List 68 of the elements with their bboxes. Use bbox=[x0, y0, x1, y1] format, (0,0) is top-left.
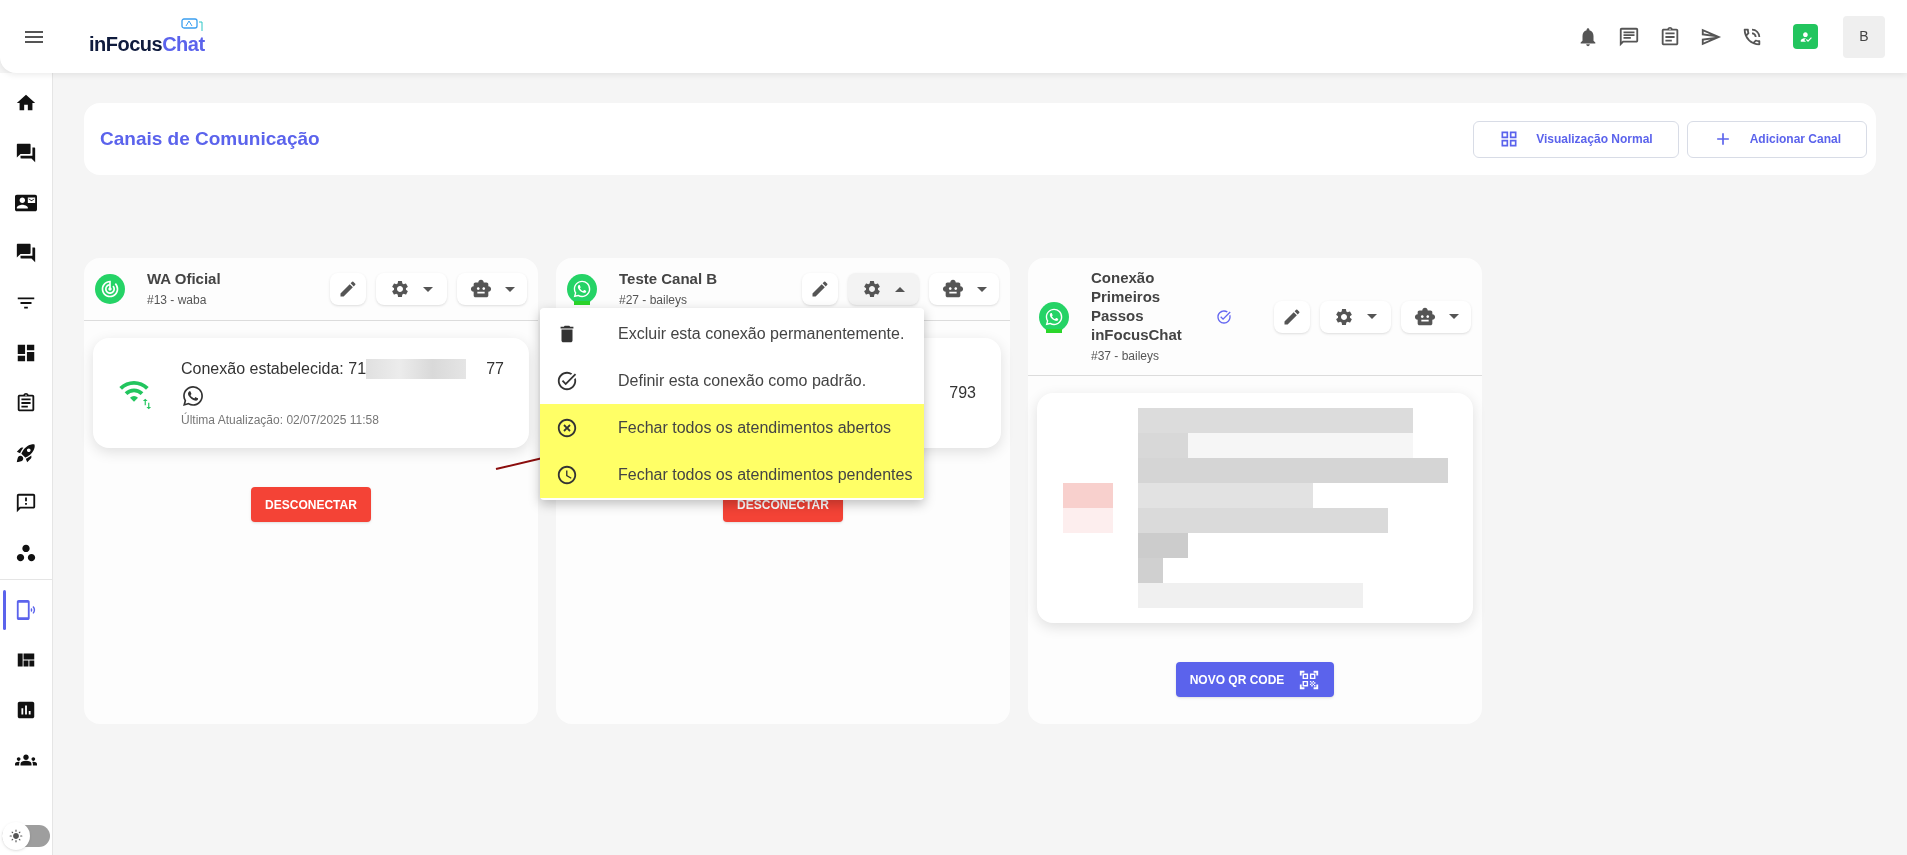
caret-icon bbox=[1367, 314, 1377, 319]
pencil-icon bbox=[338, 279, 358, 299]
check-icon bbox=[556, 369, 578, 392]
edit-button[interactable] bbox=[330, 273, 366, 305]
last-update: Última Atualização: 02/07/2025 11:58 bbox=[181, 411, 380, 429]
chat-bubbles-icon bbox=[15, 142, 37, 164]
report-icon bbox=[15, 699, 37, 721]
robot-icon bbox=[469, 278, 492, 300]
channel-name: Teste Canal B bbox=[619, 269, 719, 288]
chat-icon bbox=[15, 242, 37, 264]
settings-button[interactable] bbox=[376, 273, 447, 305]
phone-signal-icon bbox=[15, 599, 37, 621]
whatsapp-avatar bbox=[1039, 301, 1069, 332]
channel-name: Conexão Primeiros Passos inFocusChat bbox=[1091, 268, 1183, 344]
rocket-icon bbox=[15, 442, 37, 464]
pencil-icon bbox=[1282, 306, 1302, 327]
caret-icon bbox=[504, 286, 515, 292]
logo: inFocusChat bbox=[89, 17, 207, 56]
channel-name: WA Oficial bbox=[147, 269, 222, 288]
gear-icon bbox=[862, 279, 882, 299]
menu-item[interactable]: Excluir esta conexão permanentemente. bbox=[540, 310, 924, 357]
qr-code-icon bbox=[1298, 668, 1321, 691]
menu-item[interactable]: Definir esta conexão como padrão. bbox=[540, 357, 924, 404]
phone-number-end: 793 bbox=[949, 383, 976, 403]
header-button[interactable]: Visualização Normal bbox=[1473, 120, 1679, 158]
whatsapp-icon bbox=[181, 384, 205, 408]
clipboard-icon bbox=[15, 392, 37, 414]
whatsapp-avatar bbox=[567, 274, 597, 304]
robot-icon bbox=[1413, 305, 1436, 328]
caret-icon bbox=[895, 286, 905, 292]
channel-id: #27 - baileys bbox=[619, 292, 689, 309]
clock-icon bbox=[556, 463, 578, 486]
disconnect-button[interactable]: DESCONECTAR bbox=[251, 487, 371, 522]
theme-toggle[interactable] bbox=[2, 825, 50, 847]
user-check-icon bbox=[1798, 29, 1813, 44]
menu-item[interactable]: Fechar todos os atendimentos abertos bbox=[540, 404, 924, 451]
caret-icon bbox=[976, 286, 987, 292]
caret-icon bbox=[1448, 314, 1459, 319]
bot-button[interactable] bbox=[929, 273, 999, 305]
robot-icon bbox=[941, 278, 964, 300]
clipboard-icon[interactable] bbox=[1659, 25, 1681, 48]
grid-icon bbox=[1499, 129, 1520, 149]
gear-icon bbox=[390, 279, 410, 299]
message-icon bbox=[15, 492, 37, 514]
edit-button[interactable] bbox=[802, 273, 838, 305]
bot-button[interactable] bbox=[457, 273, 527, 305]
menu-item[interactable]: Fechar todos os atendimentos pendentes bbox=[540, 451, 924, 498]
header-button[interactable]: Adicionar Canal bbox=[1686, 120, 1867, 158]
bot-button[interactable] bbox=[1401, 300, 1471, 333]
settings-button[interactable] bbox=[1320, 300, 1391, 333]
edit-button[interactable] bbox=[1274, 300, 1310, 333]
page-title: Canais de Comunicação bbox=[100, 126, 320, 151]
hexagons-icon bbox=[15, 542, 37, 564]
ring-avatar bbox=[95, 274, 125, 304]
phone-number-end: 77 bbox=[486, 359, 504, 379]
contact-card-icon bbox=[15, 192, 37, 214]
chat-icon[interactable] bbox=[1618, 25, 1640, 48]
pencil-icon bbox=[810, 279, 830, 299]
settings-button[interactable] bbox=[848, 273, 919, 305]
dashboard-icon bbox=[15, 342, 37, 364]
new-qr-code-button[interactable]: NOVO QR CODE bbox=[1175, 662, 1335, 697]
user-avatar[interactable]: B bbox=[1843, 15, 1885, 58]
connection-status: Conexão estabelecida: 71 bbox=[181, 359, 367, 379]
sun-icon bbox=[9, 829, 23, 843]
channel-id: #37 - baileys bbox=[1091, 348, 1161, 365]
gear-icon bbox=[1334, 306, 1354, 327]
channel-id: #13 - waba bbox=[147, 292, 208, 309]
caret-icon bbox=[423, 286, 433, 292]
